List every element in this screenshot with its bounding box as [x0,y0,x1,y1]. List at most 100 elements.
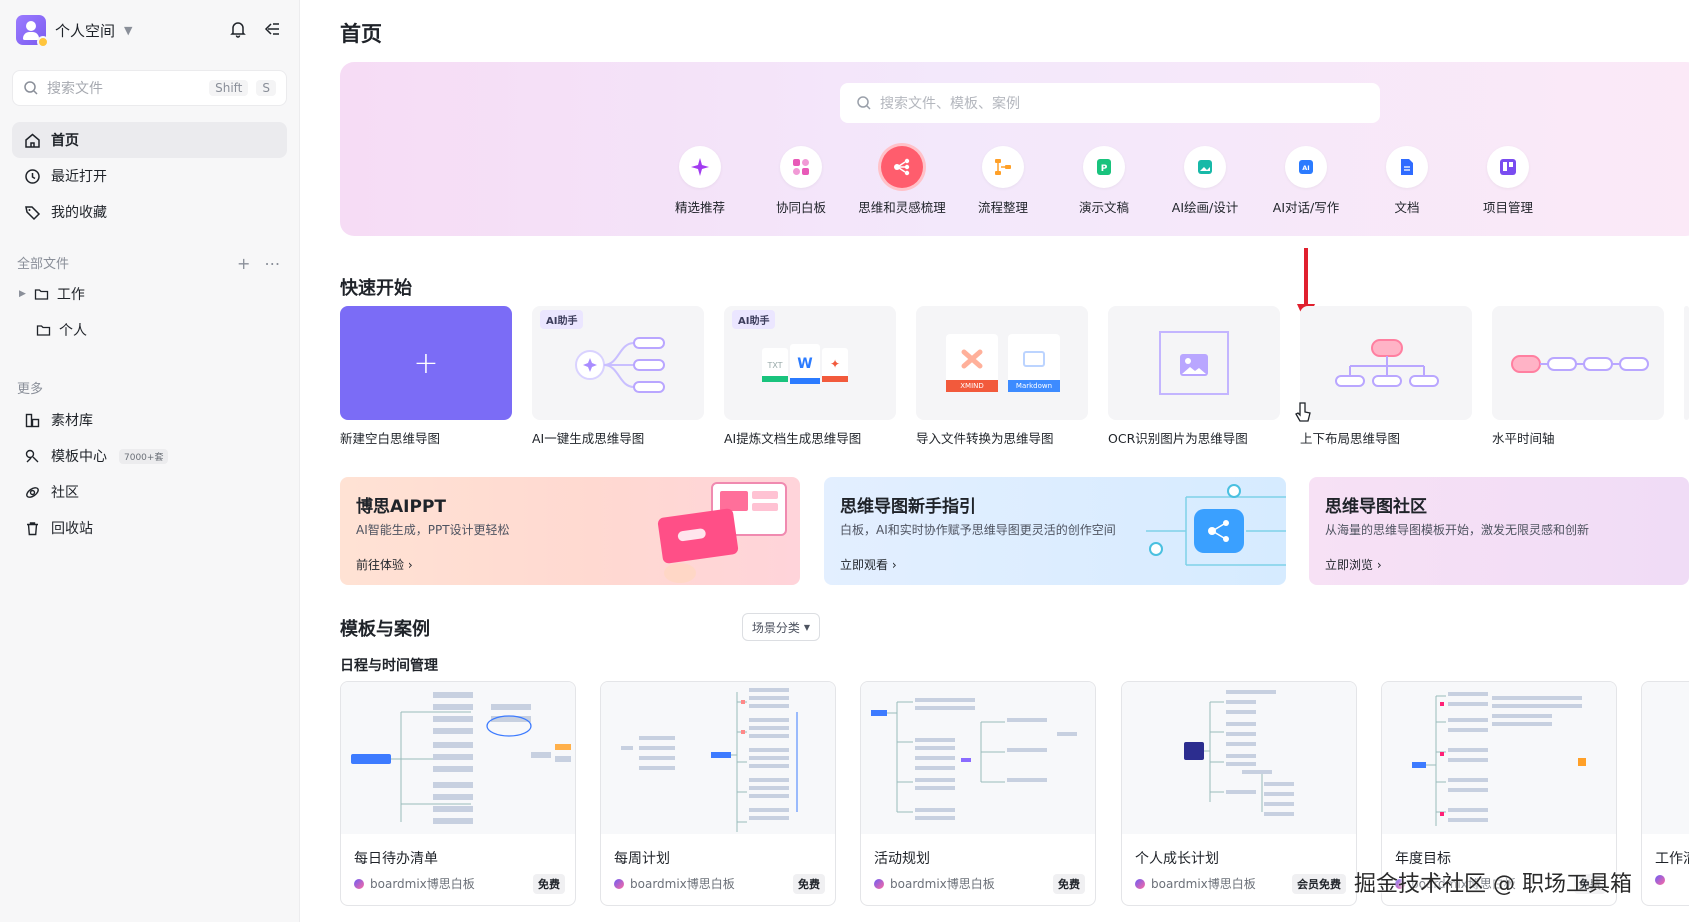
more-icon[interactable]: ⋯ [264,254,280,273]
banner-title: 思维导图新手指引 [840,497,976,517]
guide-illustration [1146,484,1286,566]
boardmix-logo-icon [1655,875,1665,885]
all-files-label: 全部文件 [17,257,70,272]
banner-subtitle: 白板，AI和实时协作赋予思维导图更灵活的创作空间 [840,523,1116,537]
category-document[interactable]: 文档 [1352,146,1462,216]
flowchart-icon [982,146,1024,188]
shortcut-s: S [256,80,276,96]
mindmap-icon [881,146,923,188]
banner-aippt[interactable]: 博思AIPPT AI智能生成，PPT设计更轻松 前往体验 › [340,477,800,585]
category-project[interactable]: 项目管理 [1453,146,1563,216]
bell-icon[interactable] [229,20,247,38]
template-price-badge: 免费 [533,874,565,894]
folder-personal[interactable]: 个人 [36,320,87,340]
quick-start-label: 导入文件转换为思维导图 [916,431,1054,446]
banner-link[interactable]: 前往体验 › [356,556,413,573]
template-card[interactable]: 活动规划 boardmix博思白板 免费 [860,681,1096,906]
nav-trash[interactable]: 回收站 [12,510,287,546]
folder-work[interactable]: ▶ 工作 [19,284,85,304]
presentation-icon: P [1083,146,1125,188]
caret-right-icon[interactable]: ▶ [19,289,26,299]
svg-text:W: W [797,356,812,372]
new-blank-mindmap-card[interactable]: + [340,306,512,420]
category-label: 思维和灵感梳理 [858,200,946,215]
nav-home[interactable]: 首页 [12,122,287,158]
template-thumbnail [1122,682,1356,834]
ai-generate-mindmap-card[interactable]: AI助手 [532,306,704,420]
nav-community[interactable]: 社区 [12,474,287,510]
template-name: 每周计划 [614,851,670,867]
category-presentation[interactable]: P 演示文稿 [1049,146,1159,216]
template-source: boardmix博思白板 [1135,875,1256,892]
banner-link[interactable]: 立即浏览 › [1325,556,1382,573]
more-label: 更多 [17,382,44,397]
category-label: 精选推荐 [674,200,725,215]
sidebar-search-input[interactable]: 搜索文件 Shift S [12,70,287,106]
hero-search-placeholder: 搜索文件、模板、案例 [880,96,1020,112]
template-thumbnail [341,682,575,834]
nav-materials[interactable]: 素材库 [12,402,287,438]
nav-templates[interactable]: 模板中心 7000+套 [12,438,287,474]
category-ai-chat[interactable]: AI AI对话/写作 [1251,146,1361,216]
template-card[interactable]: 每周计划 boardmix博思白板 免费 [600,681,836,906]
folder-work-label: 工作 [56,287,85,303]
ocr-illustration [1159,331,1229,395]
nav-templates-label: 模板中心 [51,449,107,465]
template-source [1655,875,1665,885]
collapse-sidebar-icon[interactable] [263,20,281,38]
document-icon [1386,146,1428,188]
quick-start-card-partial[interactable] [1684,306,1689,420]
template-thumbnail [601,682,835,834]
templates-count-badge: 7000+套 [119,448,169,464]
nav-favorites[interactable]: 我的收藏 [12,194,287,230]
banner-mindmap-community[interactable]: 思维导图社区 从海量的思维导图模板开始，激发无限灵感和创新 立即浏览 › [1309,477,1689,585]
boardmix-logo-icon [614,878,624,889]
scene-filter-dropdown[interactable]: 场景分类 ▼ [742,613,820,641]
template-price-badge: 免费 [793,874,825,894]
ocr-image-card[interactable] [1108,306,1280,420]
xmind-label: XMIND [960,382,984,390]
hero-search-input[interactable]: 搜索文件、模板、案例 [840,83,1380,123]
whiteboard-icon [780,146,822,188]
nav-recent[interactable]: 最近打开 [12,158,287,194]
category-ai-design[interactable]: AI绘画/设计 [1150,146,1260,216]
category-flowchart[interactable]: 流程整理 [948,146,1058,216]
material-icon [25,413,40,427]
ai-image-icon [1184,146,1226,188]
mouse-cursor-icon [1295,402,1311,422]
quick-start-label: AI一键生成思维导图 [532,431,645,446]
category-mindmap[interactable]: 思维和灵感梳理 [847,146,957,216]
boardmix-logo-icon [1135,878,1145,889]
template-name: 个人成长计划 [1135,851,1219,867]
tree-layout-illustration [1335,339,1439,387]
nav-favorites-label: 我的收藏 [51,205,107,221]
template-card[interactable]: 个人成长计划 boardmix博思白板 会员免费 [1121,681,1357,906]
template-card[interactable]: 每日待办清单 boardmix博思白板 免费 [340,681,576,906]
template-thumbnail [861,682,1095,834]
banner-mindmap-guide[interactable]: 思维导图新手指引 白板，AI和实时协作赋予思维导图更灵活的创作空间 立即观看 › [824,477,1286,585]
ai-extract-doc-card[interactable]: AI助手 TXT W ✦ [724,306,896,420]
banner-link[interactable]: 立即观看 › [840,556,897,573]
workspace-switcher[interactable]: 个人空间 ▼ [16,14,132,48]
sparkle-icon [679,146,721,188]
top-down-mindmap-card[interactable] [1300,306,1472,420]
chevron-down-icon: ▼ [803,622,811,632]
category-whiteboard[interactable]: 协同白板 [746,146,856,216]
category-label: 流程整理 [977,200,1028,215]
add-icon[interactable]: + [237,254,250,273]
nav-community-label: 社区 [51,485,79,501]
template-thumbnail [1382,682,1616,834]
boardmix-logo-icon [874,878,884,889]
watermark: 掘金技术社区 @ 职场工具箱 [1354,872,1632,897]
horizontal-timeline-card[interactable] [1492,306,1664,420]
template-card[interactable]: 工作清 [1641,681,1689,906]
template-name: 活动规划 [874,851,930,867]
quick-start-title: 快速开始 [340,278,412,299]
community-icon [26,486,39,498]
import-file-card[interactable]: XMIND Markdown [916,306,1088,420]
category-recommend[interactable]: 精选推荐 [645,146,755,216]
timeline-illustration [1511,355,1649,373]
folder-icon [34,288,49,300]
all-files-actions: + ⋯ [237,254,280,273]
templates-title: 模板与案例 [340,619,430,640]
